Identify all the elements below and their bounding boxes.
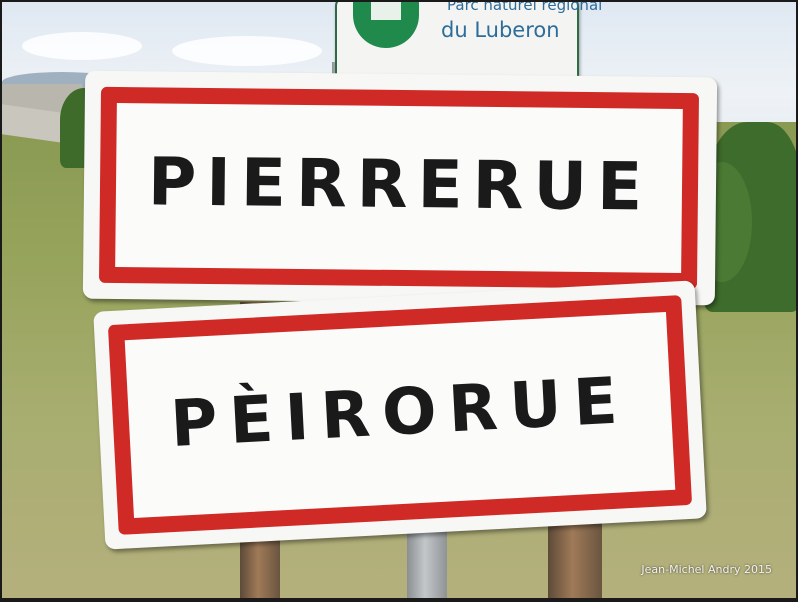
town-sign-french: PIERRERUE: [82, 70, 718, 306]
cloud: [22, 32, 142, 60]
parc-logo-emblem: [371, 2, 401, 20]
town-sign-occitan: PÈIRORUE: [93, 280, 707, 550]
cloud: [172, 36, 322, 66]
town-name-french: PIERRERUE: [147, 143, 653, 226]
parc-sign-line2: du Luberon: [441, 18, 560, 42]
photo-credit: Jean-Michel Andry 2015: [641, 563, 772, 576]
parc-sign-line1: Parc naturel régional: [447, 2, 603, 14]
parc-logo: [353, 2, 419, 48]
photo: Parc naturel régional du Luberon PIERRER…: [2, 2, 796, 598]
